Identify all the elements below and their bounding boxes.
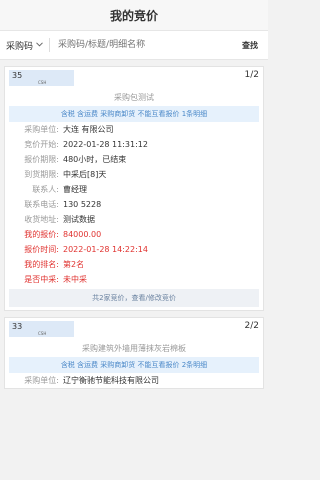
row-delivery: 到货期限: 中采后[8]天 — [5, 167, 263, 182]
bid-card[interactable]: 33 CSH 2/2 采购建筑外墙用薄抹灰岩棉板 含税 含运费 采购商卸货 不能… — [4, 317, 264, 389]
row-label: 报价期限: — [24, 155, 59, 164]
row-label: 采购单位: — [24, 125, 59, 134]
card-header: 35 CSH 1/2 — [5, 67, 263, 88]
row-value: 大连 有限公司 — [63, 125, 114, 134]
row-label: 联系电话: — [24, 200, 59, 209]
card-subtitle: 采购包测试 — [114, 93, 154, 102]
row-value: 未中采 — [63, 275, 87, 284]
card-unit: CSH — [38, 80, 47, 85]
row-value: 480小时，已结束 — [63, 155, 127, 164]
row-quote-time: 报价时间: 2022-01-28 14:22:14 — [5, 242, 263, 257]
search-button[interactable]: 查找 — [242, 40, 262, 51]
search-type-label: 采购码 — [6, 41, 34, 52]
row-value: 2022-01-28 11:31:12 — [63, 140, 148, 149]
card-number-badge: 33 CSH — [9, 321, 74, 337]
search-input[interactable] — [56, 39, 236, 51]
row-phone: 联系电话: 130 5228 — [5, 197, 263, 212]
row-label: 我的报价: — [24, 230, 59, 239]
bid-card[interactable]: 35 CSH 1/2 采购包测试 含税 含运费 采购商卸货 不能互看报价 1条明… — [4, 66, 264, 311]
row-contact: 联系人: 曹经理 — [5, 182, 263, 197]
row-label: 我的排名: — [24, 260, 59, 269]
row-value: 84000.00 — [63, 230, 102, 239]
row-value: 2022-01-28 14:22:14 — [63, 245, 148, 254]
row-label: 收货地址: — [24, 215, 59, 224]
row-value: 曹经理 — [63, 185, 87, 194]
row-label: 竞价开始: — [24, 140, 59, 149]
card-page-indicator: 2/2 — [244, 321, 259, 331]
page-title: 我的竞价 — [109, 8, 158, 23]
row-label: 到货期限: — [24, 170, 59, 179]
view-modify-bid-link[interactable]: 共2家竞价，查看/修改竞价 — [9, 289, 259, 307]
row-label: 报价时间: — [24, 245, 59, 254]
card-subtitle: 采购建筑外墙用薄抹灰岩棉板 — [82, 344, 186, 353]
search-divider — [49, 38, 51, 52]
chevron-down-icon — [36, 40, 43, 50]
row-value: 第2名 — [63, 260, 85, 269]
row-label: 是否中采: — [24, 275, 59, 284]
card-number: 33 — [12, 322, 23, 331]
row-value: 测试数据 — [63, 215, 95, 224]
page-header: 我的竞价 — [0, 0, 268, 30]
card-notice: 含税 含运费 采购商卸货 不能互看报价 1条明细 — [9, 106, 259, 122]
row-deadline: 报价期限: 480小时，已结束 — [5, 152, 263, 167]
row-awarded: 是否中采: 未中采 — [5, 272, 263, 287]
row-value: 中采后[8]天 — [63, 170, 107, 179]
card-page-indicator: 1/2 — [244, 70, 259, 80]
row-buyer: 采购单位: 大连 有限公司 — [5, 122, 263, 137]
card-notice: 含税 含运费 采购商卸货 不能互看报价 2条明细 — [9, 357, 259, 373]
card-header: 33 CSH 2/2 — [5, 318, 263, 339]
search-bar: 采购码 查找 — [0, 30, 268, 60]
row-rank: 我的排名: 第2名 — [5, 257, 263, 272]
row-start: 竞价开始: 2022-01-28 11:31:12 — [5, 137, 263, 152]
row-address: 收货地址: 测试数据 — [5, 212, 263, 227]
card-unit: CSH — [38, 331, 47, 336]
card-number-badge: 35 CSH — [9, 70, 74, 86]
row-label: 采购单位: — [24, 376, 59, 385]
row-value: 130 5228 — [63, 200, 102, 209]
row-buyer: 采购单位: 辽宁衡驰节能科技有限公司 — [5, 373, 263, 388]
card-number: 35 — [12, 71, 23, 80]
search-type-dropdown[interactable]: 采购码 — [6, 39, 43, 52]
row-value: 辽宁衡驰节能科技有限公司 — [63, 376, 159, 385]
row-label: 联系人: — [32, 185, 59, 194]
row-my-quote: 我的报价: 84000.00 — [5, 227, 263, 242]
